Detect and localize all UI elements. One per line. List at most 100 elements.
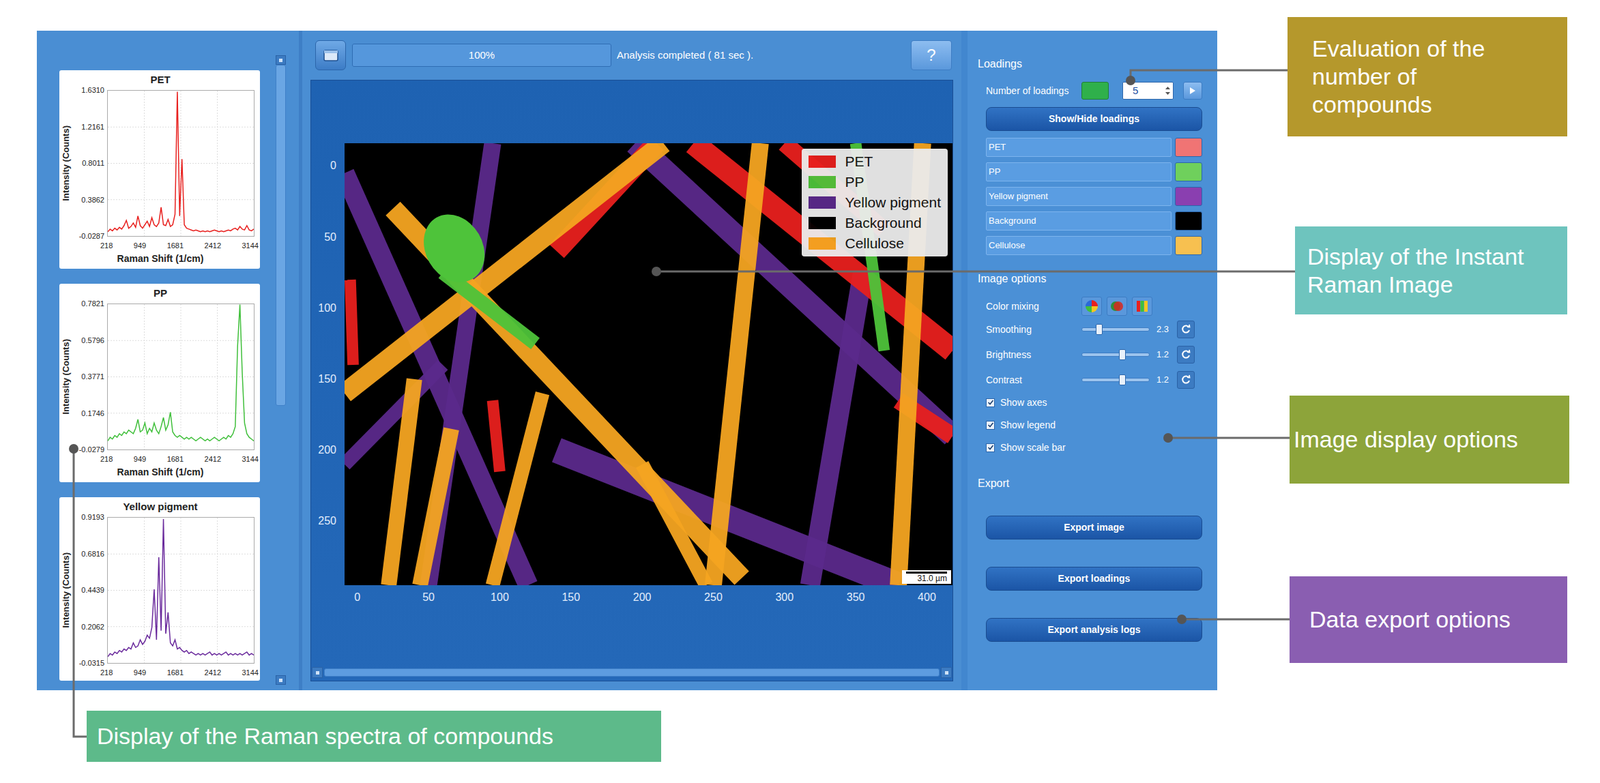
x-tick: 300 bbox=[775, 592, 794, 604]
scrollbar-thumb[interactable] bbox=[275, 64, 286, 406]
loading-name-field[interactable]: PP bbox=[985, 162, 1172, 182]
reset-button[interactable] bbox=[1176, 345, 1195, 364]
slider-row: Smoothing2.3 bbox=[985, 319, 1203, 340]
apply-button[interactable] bbox=[1183, 81, 1203, 100]
image-frame: 050100150200250PETPPYellow pigmentBackgr… bbox=[310, 79, 954, 682]
image-panel: 100%Analysis completed ( 81 sec ).? 05010… bbox=[302, 30, 962, 691]
loading-color-swatch[interactable] bbox=[1174, 186, 1203, 207]
scale-bar: 31.0 µm bbox=[902, 570, 952, 585]
vertical-scrollbar[interactable] bbox=[275, 55, 286, 686]
y-tick: 100 bbox=[317, 302, 337, 314]
open-button[interactable] bbox=[315, 40, 346, 71]
color-wheel-icon bbox=[1084, 299, 1099, 314]
reset-icon bbox=[1180, 374, 1192, 386]
count-color-button[interactable] bbox=[1081, 81, 1109, 100]
callout-box: Data export options bbox=[1289, 576, 1568, 664]
spectrum-card: Yellow pigmentIntensity (Counts)0.91930.… bbox=[59, 497, 260, 681]
x-tick: 1681 bbox=[167, 453, 184, 465]
y-tick: 0.8011 bbox=[81, 159, 105, 168]
spin-arrows-icon[interactable] bbox=[1164, 85, 1171, 97]
horizontal-scrollbar[interactable] bbox=[311, 666, 952, 679]
progress-bar: 100% bbox=[352, 43, 612, 67]
y-ticks: 0.78210.57960.37710.1746-0.0279 bbox=[71, 300, 108, 454]
leader-line bbox=[68, 444, 87, 737]
leader-line bbox=[1163, 433, 1290, 443]
y-tick: 200 bbox=[317, 444, 337, 456]
spectrum-plot bbox=[107, 303, 255, 451]
loading-name-field[interactable]: Background bbox=[985, 211, 1172, 231]
legend-item: Background bbox=[808, 214, 941, 232]
check-icon bbox=[987, 444, 995, 452]
checkbox-row[interactable]: Show axes bbox=[985, 394, 1203, 411]
x-tick: 949 bbox=[133, 667, 147, 679]
color-bars-icon bbox=[1135, 299, 1149, 314]
panel-divider[interactable] bbox=[961, 30, 968, 691]
color-mixing-mode-button[interactable] bbox=[1131, 296, 1153, 316]
loading-row: Yellow pigment bbox=[985, 186, 1203, 207]
map-legend: PETPPYellow pigmentBackgroundCellulose bbox=[801, 148, 948, 257]
x-tick: 1681 bbox=[167, 667, 184, 679]
check-icon bbox=[987, 399, 995, 406]
x-tick: 400 bbox=[917, 592, 937, 604]
map-y-ticks: 050100150200250 bbox=[311, 143, 345, 586]
scrollbar-thumb[interactable] bbox=[324, 668, 940, 677]
slider-track[interactable] bbox=[1081, 327, 1150, 332]
slider-track[interactable] bbox=[1081, 377, 1150, 383]
checkbox[interactable] bbox=[985, 398, 995, 408]
export-heading: Export bbox=[977, 476, 1203, 492]
x-tick: 218 bbox=[100, 240, 113, 252]
slider-thumb[interactable] bbox=[1118, 349, 1126, 361]
y-tick: -0.0287 bbox=[79, 232, 105, 241]
export-button[interactable]: Export image bbox=[985, 515, 1203, 540]
loading-color-swatch[interactable] bbox=[1174, 137, 1203, 157]
slider-track[interactable] bbox=[1081, 352, 1150, 357]
help-button[interactable]: ? bbox=[910, 40, 952, 71]
slider-row: Brightness1.2 bbox=[985, 344, 1203, 366]
y-ticks: 1.63101.21610.80110.3862-0.0287 bbox=[71, 86, 108, 241]
x-tick: 218 bbox=[100, 667, 113, 679]
raman-image: PETPPYellow pigmentBackgroundCellulose 31… bbox=[344, 143, 953, 586]
export-button[interactable]: Export analysis logs bbox=[985, 618, 1203, 643]
y-tick: 0.6816 bbox=[81, 550, 105, 559]
count-spinbox[interactable]: 5 bbox=[1122, 81, 1174, 100]
x-tick: 100 bbox=[490, 592, 509, 604]
loading-color-swatch[interactable] bbox=[1174, 236, 1203, 256]
y-tick: 0.7821 bbox=[81, 300, 105, 308]
spectrum-series bbox=[107, 304, 254, 442]
slider-thumb[interactable] bbox=[1095, 324, 1103, 336]
settings-panel: LoadingsNumber of loadings5Show/Hide loa… bbox=[967, 30, 1218, 691]
x-ticks: 218949168124123144 bbox=[100, 240, 259, 252]
y-tick: 1.6310 bbox=[81, 86, 105, 95]
reset-button[interactable] bbox=[1176, 371, 1195, 389]
checkbox[interactable] bbox=[985, 443, 995, 453]
slider-reading: 1.2 bbox=[1156, 373, 1177, 387]
checkbox-row[interactable]: Show scale bar bbox=[985, 439, 1203, 456]
loading-name-field[interactable]: Cellulose bbox=[985, 236, 1172, 256]
slider-thumb[interactable] bbox=[1118, 374, 1126, 386]
x-tick: 350 bbox=[846, 592, 866, 604]
color-mixing-mode-button[interactable] bbox=[1081, 296, 1102, 316]
loading-color-swatch[interactable] bbox=[1174, 211, 1203, 231]
loading-name-field[interactable]: Yellow pigment bbox=[985, 186, 1172, 207]
loadings-count-row: Number of loadings5 bbox=[985, 81, 1203, 101]
y-tick: -0.0279 bbox=[79, 446, 105, 454]
reset-button[interactable] bbox=[1176, 320, 1195, 339]
leader-line bbox=[1125, 70, 1288, 86]
image-options-heading: Image options bbox=[977, 271, 1203, 287]
x-tick: 949 bbox=[133, 240, 147, 252]
x-tick: 50 bbox=[422, 592, 435, 604]
x-axis-label: Raman Shift (1/cm) bbox=[60, 251, 260, 267]
checkbox[interactable] bbox=[985, 420, 995, 430]
legend-item: PET bbox=[808, 152, 941, 171]
export-button[interactable]: Export loadings bbox=[985, 566, 1203, 591]
show-hide-loadings-button[interactable]: Show/Hide loadings bbox=[985, 107, 1203, 132]
x-axis-label: Raman Shift (1/cm) bbox=[60, 464, 260, 480]
y-tick: 0.3771 bbox=[81, 373, 105, 381]
loading-name-field[interactable]: PET bbox=[985, 137, 1172, 157]
loading-color-swatch[interactable] bbox=[1174, 162, 1203, 182]
checkbox-row[interactable]: Show legend bbox=[985, 416, 1203, 434]
x-tick: 949 bbox=[133, 453, 147, 465]
color-mixing-mode-button[interactable] bbox=[1106, 296, 1128, 316]
status-text: Analysis completed ( 81 sec ). bbox=[616, 47, 754, 64]
color-mixing-row: Color mixing bbox=[985, 296, 1203, 317]
